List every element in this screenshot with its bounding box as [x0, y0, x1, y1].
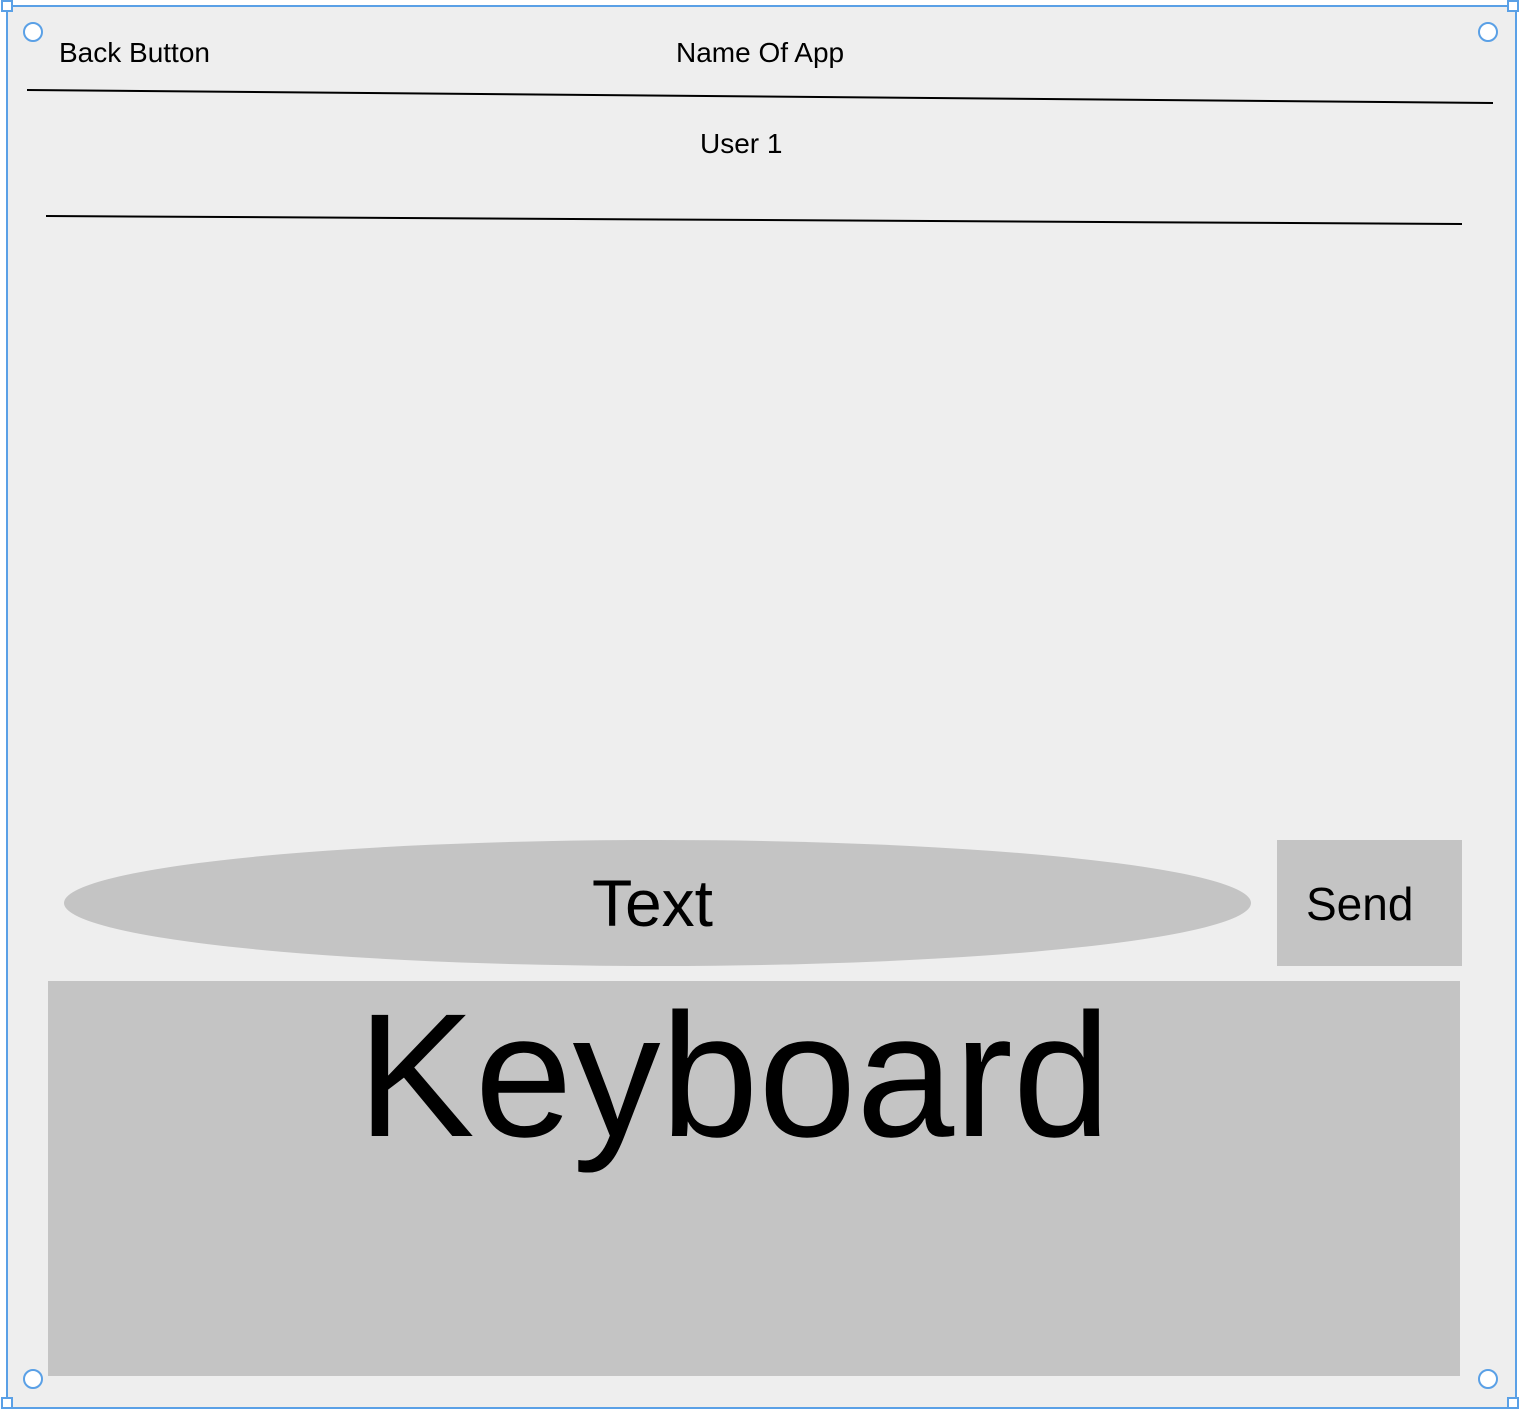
selection-corner-top-left[interactable] [1, 0, 13, 12]
send-button[interactable]: Send [1277, 840, 1462, 966]
send-button-label: Send [1306, 878, 1414, 930]
back-button[interactable]: Back Button [59, 36, 210, 70]
conversation-user-name: User 1 [700, 128, 783, 159]
selection-corner-bottom-left[interactable] [1, 1397, 13, 1409]
keyboard-label: Keyboard [357, 978, 1111, 1174]
message-input[interactable]: Text [64, 840, 1251, 966]
resize-handle-top-left[interactable] [23, 22, 43, 42]
message-list [46, 230, 1462, 830]
selection-corner-top-right[interactable] [1507, 0, 1519, 12]
resize-handle-bottom-left[interactable] [23, 1369, 43, 1389]
message-input-value: Text [591, 866, 714, 940]
app-title: Name Of App [676, 37, 845, 68]
keyboard-placeholder[interactable]: Keyboard [48, 981, 1460, 1376]
resize-handle-bottom-right[interactable] [1478, 1369, 1498, 1389]
resize-handle-top-right[interactable] [1478, 22, 1498, 42]
selection-corner-bottom-right[interactable] [1507, 1397, 1519, 1409]
